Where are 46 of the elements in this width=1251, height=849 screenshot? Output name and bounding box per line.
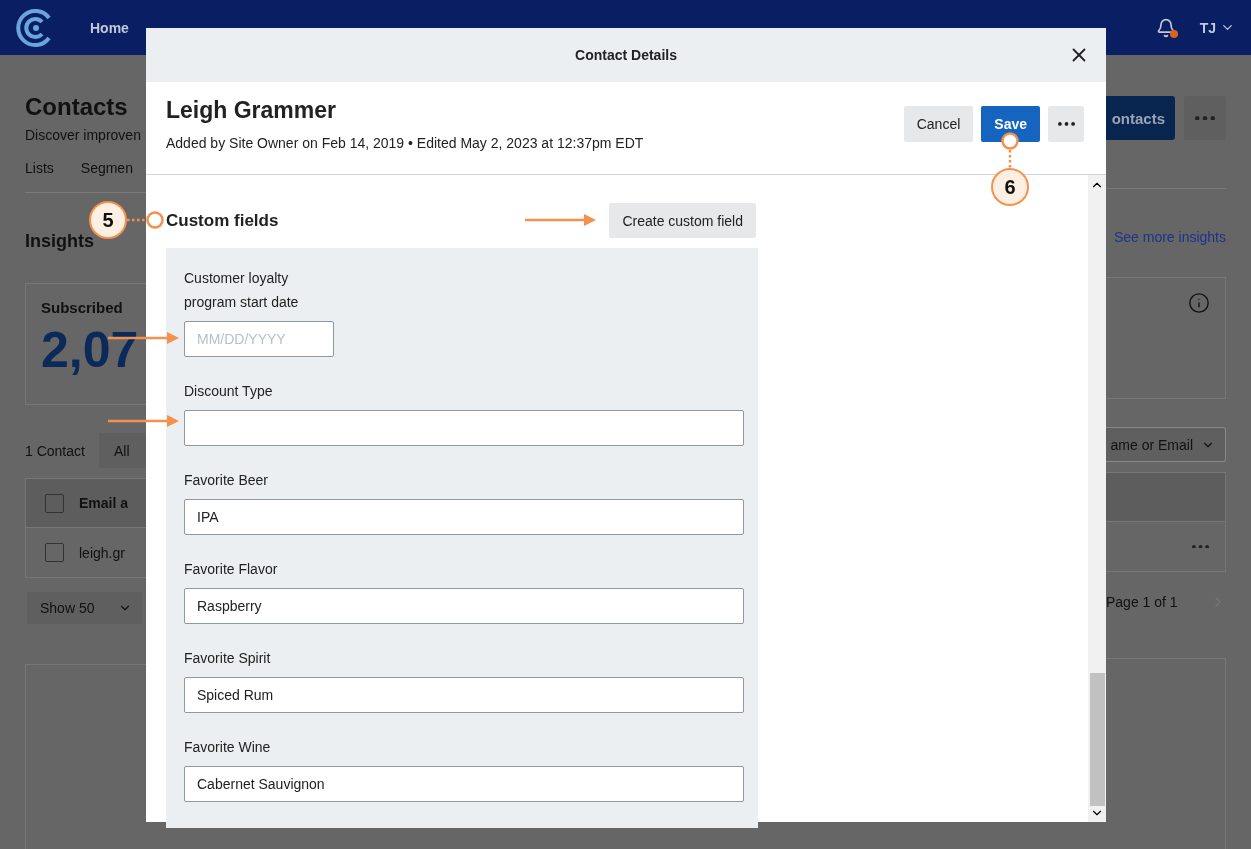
input-field[interactable]: IPA xyxy=(184,499,744,535)
date-field[interactable]: MM/DD/YYYY xyxy=(184,321,334,357)
stat-value: 2,07 xyxy=(41,321,139,380)
field-label: Favorite Wine xyxy=(184,738,272,757)
notification-button[interactable] xyxy=(1155,17,1176,38)
contact-meta: Added by Site Owner on Feb 14, 2019 • Edited May 2, 2023 at 12:37pm EDT xyxy=(166,135,644,151)
info-icon xyxy=(1188,292,1210,314)
contact-count: 1 Contact xyxy=(25,442,85,459)
more-icon xyxy=(1195,115,1215,121)
bell-icon xyxy=(1155,17,1176,38)
annotation-arrow xyxy=(525,214,596,226)
more-icon xyxy=(1057,122,1075,126)
create-custom-field-button[interactable]: Create custom field xyxy=(609,203,756,238)
dialog-title: Contact Details xyxy=(575,47,677,63)
callout-connector xyxy=(1006,150,1014,168)
row-menu-icon[interactable] xyxy=(1192,544,1209,549)
input-field[interactable]: Cabernet Sauvignon xyxy=(184,766,744,802)
checkbox[interactable] xyxy=(45,493,64,513)
field-label: Favorite Beer xyxy=(184,471,270,490)
table-cell: leigh.gr xyxy=(79,544,125,561)
save-button[interactable]: Save xyxy=(981,106,1040,142)
primary-button[interactable]: ontacts xyxy=(1106,96,1175,140)
annotation-arrow xyxy=(108,415,179,427)
more-button[interactable] xyxy=(1048,106,1084,142)
input-field[interactable]: Spiced Rum xyxy=(184,677,744,713)
pagination-text: Page 1 of 1 xyxy=(1106,594,1178,610)
field-label: Discount Type xyxy=(184,382,274,401)
cancel-button[interactable]: Cancel xyxy=(903,106,974,142)
scrollbar-thumb[interactable] xyxy=(1089,673,1105,806)
field-label: Favorite Flavor xyxy=(184,560,279,579)
more-button[interactable] xyxy=(1184,96,1226,140)
contact-name: Leigh Grammer xyxy=(166,96,337,125)
section-heading: Custom fields xyxy=(166,210,279,231)
stat-label: Subscribed xyxy=(41,298,124,318)
checkbox[interactable] xyxy=(45,543,64,562)
page-title: Contacts xyxy=(25,92,129,122)
field-label: Favorite Spirit xyxy=(184,649,272,668)
callout-ring xyxy=(1001,132,1019,150)
user-menu[interactable]: TJ xyxy=(1199,19,1235,36)
nav-item[interactable]: Home xyxy=(90,19,129,36)
input-field[interactable]: Raspberry xyxy=(184,588,744,624)
scrollbar[interactable] xyxy=(1088,175,1106,822)
field-label: Customer loyalty program start date xyxy=(184,269,300,312)
input-field[interactable] xyxy=(184,410,744,446)
page-subtitle: Discover improven xyxy=(25,126,142,145)
column-header: Email a xyxy=(79,495,129,511)
